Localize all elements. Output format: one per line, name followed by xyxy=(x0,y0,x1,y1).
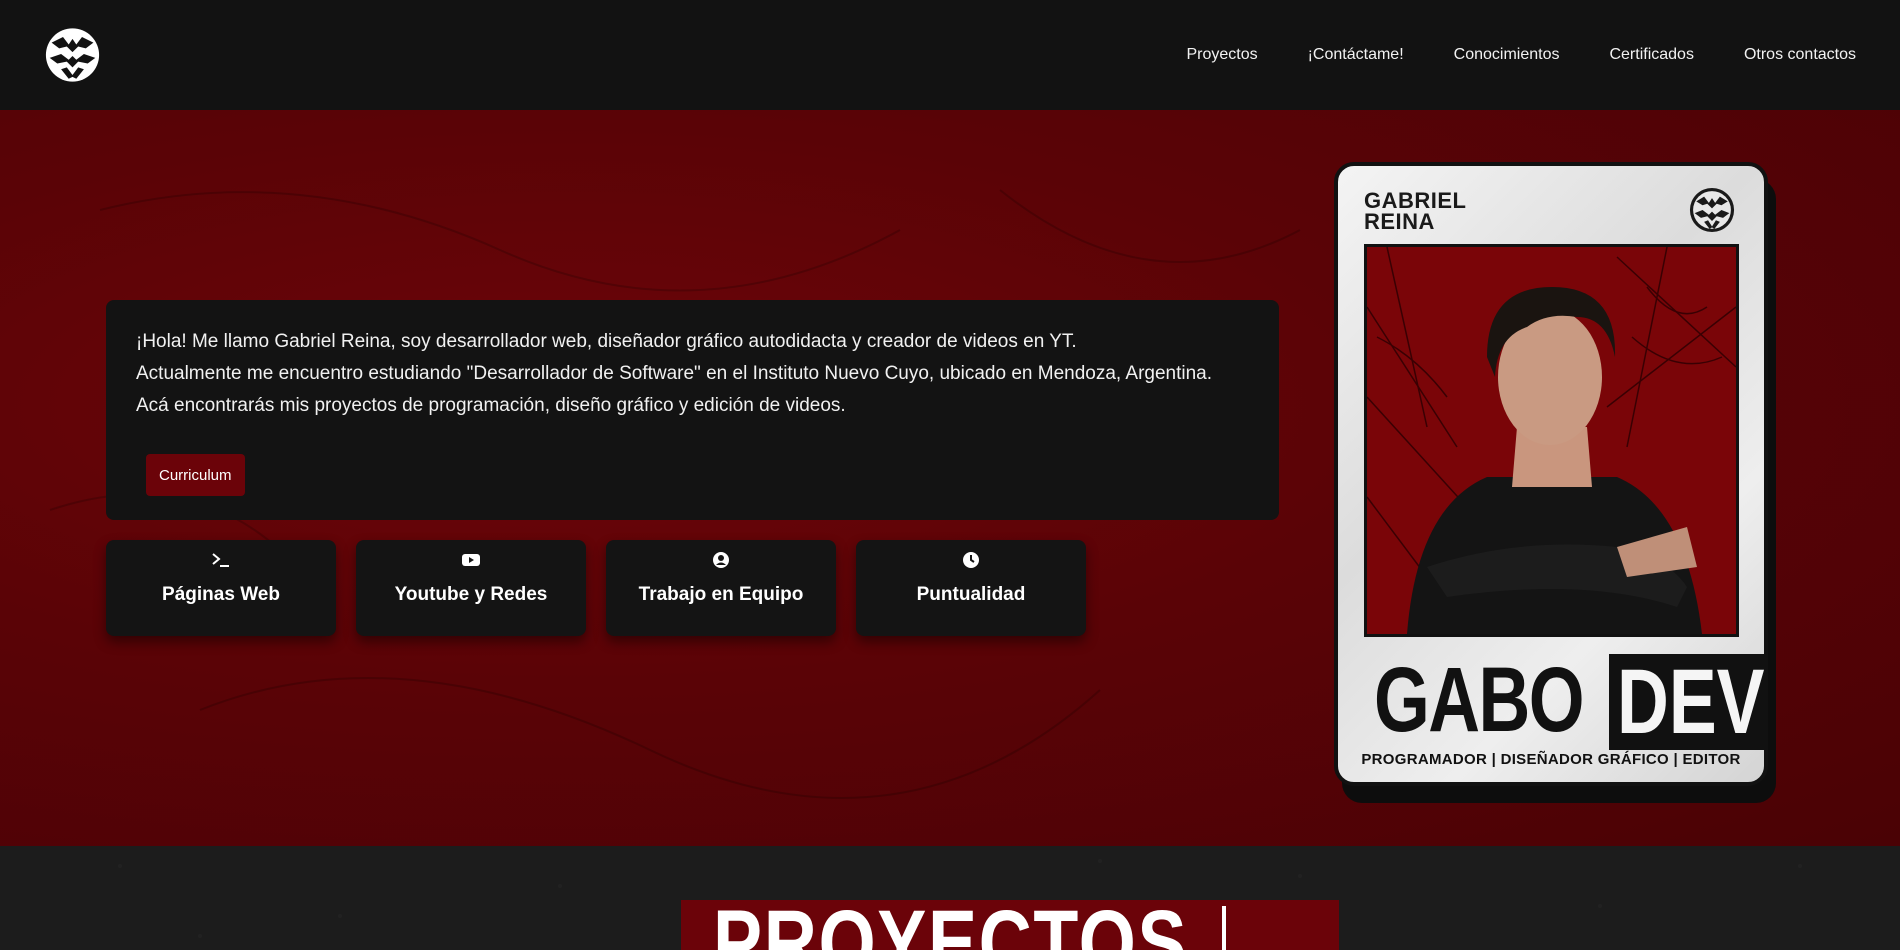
typing-cursor xyxy=(1222,906,1226,950)
nav-links: Proyectos ¡Contáctame! Conocimientos Cer… xyxy=(1136,46,1856,64)
terminal-icon xyxy=(211,550,231,570)
navbar: Proyectos ¡Contáctame! Conocimientos Cer… xyxy=(0,0,1900,110)
skill-label: Puntualidad xyxy=(916,584,1026,605)
skill-card-youtube: Youtube y Redes xyxy=(356,540,586,636)
logo-icon[interactable] xyxy=(44,22,101,88)
nav-link-certificados[interactable]: Certificados xyxy=(1609,46,1693,64)
user-circle-icon xyxy=(711,550,731,570)
projects-heading-text: PROYECTOS xyxy=(713,892,1189,950)
skill-label: Trabajo en Equipo xyxy=(638,584,804,605)
nav-link-contactame[interactable]: ¡Contáctame! xyxy=(1308,46,1404,64)
card-title-gabo: GABO xyxy=(1374,649,1585,751)
card-last-name: REINA xyxy=(1364,209,1435,234)
intro-text: ¡Hola! Me llamo Gabriel Reina, soy desar… xyxy=(136,326,1249,422)
intro-line: ¡Hola! Me llamo Gabriel Reina, soy desar… xyxy=(136,331,1077,352)
card-subtitle: PROGRAMADOR | DISEÑADOR GRÁFICO | EDITOR xyxy=(1361,751,1741,768)
card-title-dev-text: DEV xyxy=(1617,651,1765,753)
nav-link-otros-contactos[interactable]: Otros contactos xyxy=(1744,46,1856,64)
clock-icon xyxy=(961,550,981,570)
youtube-icon xyxy=(461,550,481,570)
projects-heading: PROYECTOS xyxy=(681,892,1339,950)
intro-line: Actualmente me encuentro estudiando "Des… xyxy=(136,363,1213,384)
skill-label: Youtube y Redes xyxy=(394,584,548,605)
projects-section: PROYECTOS xyxy=(0,846,1900,950)
skill-card-paginas-web: Páginas Web xyxy=(106,540,336,636)
profile-photo xyxy=(1364,244,1739,637)
curriculum-button[interactable]: Curriculum xyxy=(146,454,245,496)
profile-card: GABRIEL REINA GABO DEV PROGRAMADOR | DIS… xyxy=(1334,162,1768,786)
hero-section: ¡Hola! Me llamo Gabriel Reina, soy desar… xyxy=(0,110,1900,846)
skill-label: Páginas Web xyxy=(162,584,280,605)
skill-card-trabajo-equipo: Trabajo en Equipo xyxy=(606,540,836,636)
card-title-dev: DEV xyxy=(1609,651,1765,753)
skills-row: Páginas Web Youtube y Redes Trabajo en E… xyxy=(106,540,1086,636)
skill-card-puntualidad: Puntualidad xyxy=(856,540,1086,636)
card-name: GABRIEL REINA xyxy=(1364,188,1467,234)
intro-card: ¡Hola! Me llamo Gabriel Reina, soy desar… xyxy=(106,300,1279,520)
card-first-name: GABRIEL xyxy=(1364,188,1467,213)
nav-link-conocimientos[interactable]: Conocimientos xyxy=(1454,46,1560,64)
intro-line: Acá encontrarás mis proyectos de program… xyxy=(136,395,846,416)
card-logo-icon xyxy=(1689,187,1735,233)
nav-link-proyectos[interactable]: Proyectos xyxy=(1186,46,1257,64)
card-title: GABO DEV xyxy=(1374,649,1764,751)
